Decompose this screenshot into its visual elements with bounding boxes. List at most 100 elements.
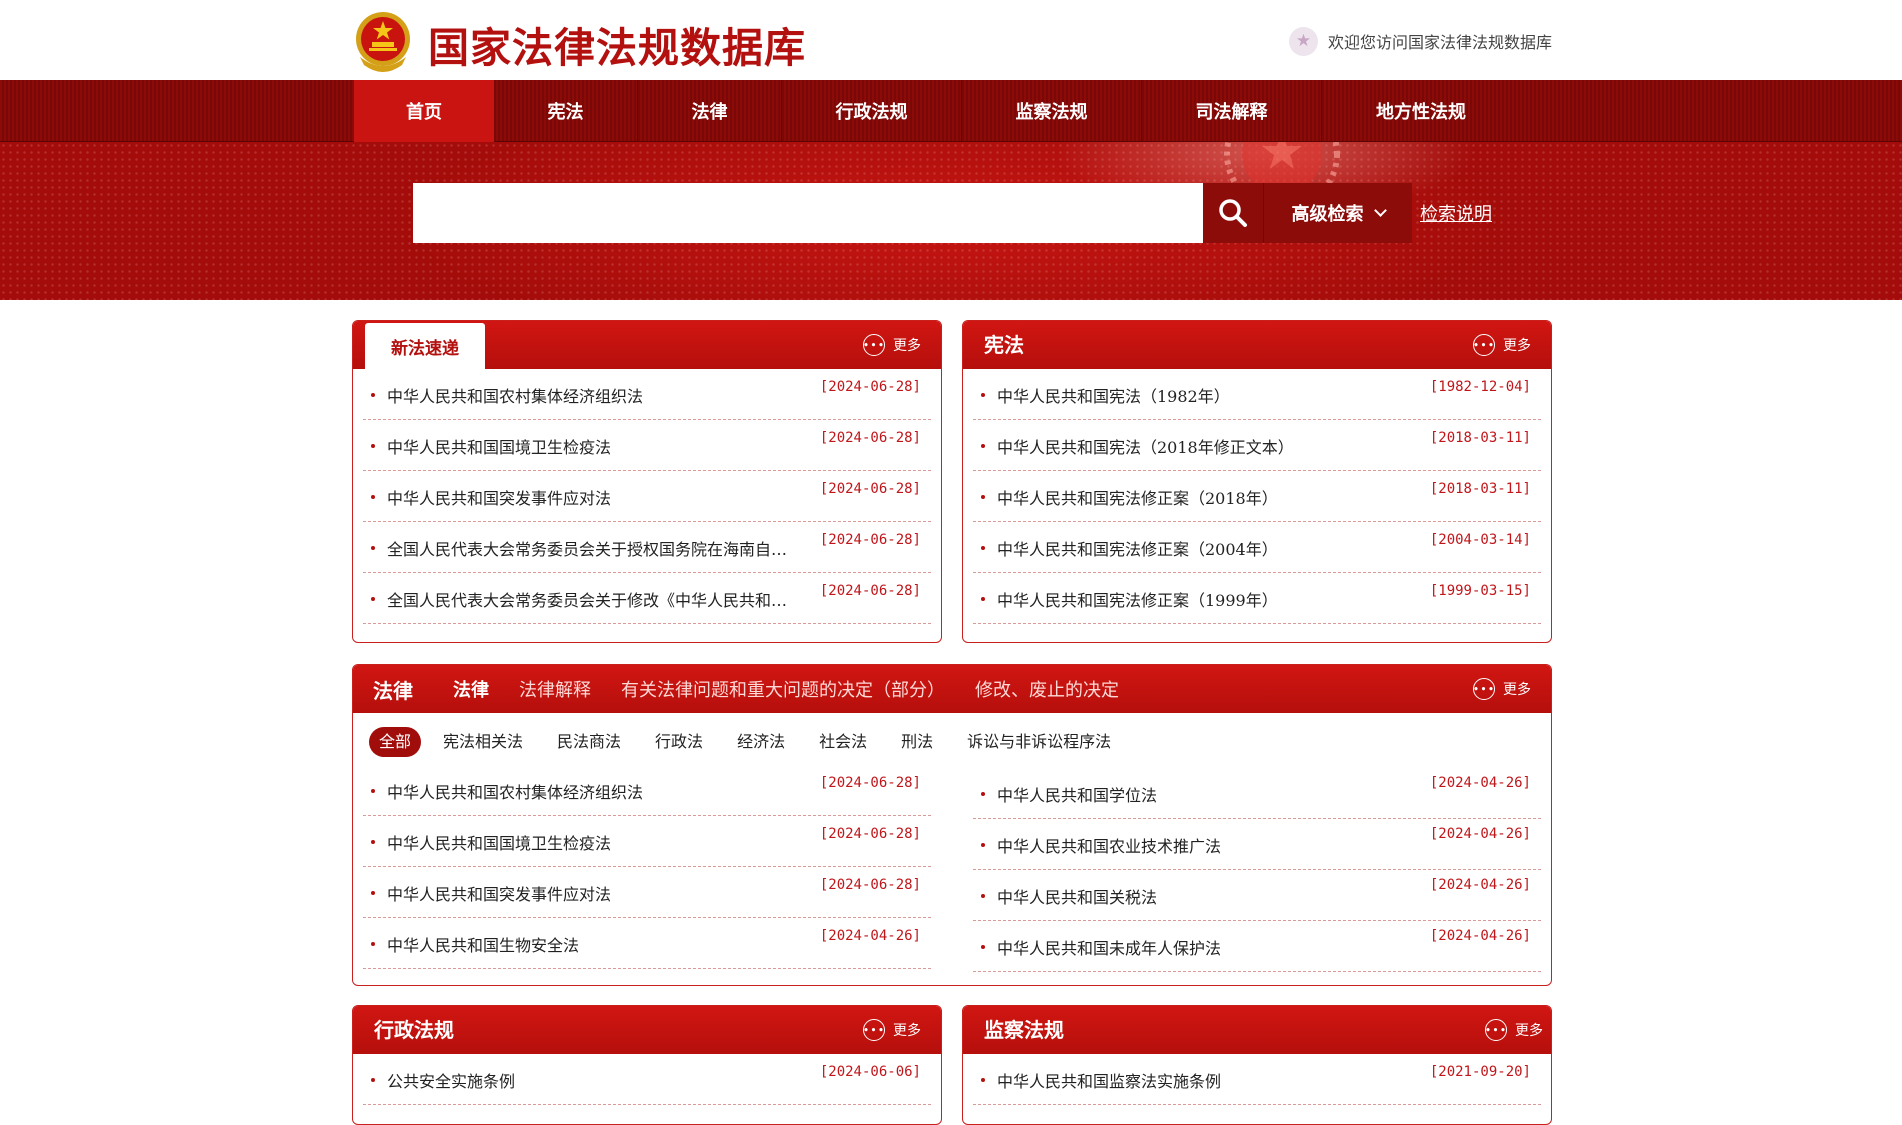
bullet-icon xyxy=(371,891,375,895)
category-procedural[interactable]: 诉讼与非诉讼程序法 xyxy=(967,727,1111,757)
category-social[interactable]: 社会法 xyxy=(819,727,867,757)
list-item[interactable]: 中华人民共和国农村集体经济组织法 [2024-06-28] xyxy=(363,765,931,816)
advanced-search-dropdown[interactable]: 高级检索 xyxy=(1263,183,1412,243)
welcome-message: ★ 欢迎您访问国家法律法规数据库 xyxy=(1289,26,1552,56)
nav-constitution[interactable]: 宪法 xyxy=(494,80,638,142)
nav-supervisory-regulations[interactable]: 监察法规 xyxy=(962,80,1142,142)
item-date: [2024-06-06] xyxy=(819,1064,921,1080)
item-title[interactable]: 中华人民共和国农业技术推广法 xyxy=(997,833,1221,857)
list-item[interactable]: 全国人民代表大会常务委员会关于修改《中华人民共和… [2024-06-28] xyxy=(363,573,931,624)
item-date: [2024-06-28] xyxy=(819,379,921,395)
star-badge-icon: ★ xyxy=(1289,26,1318,56)
law-list-left: 中华人民共和国农村集体经济组织法 [2024-06-28] 中华人民共和国国境卫生… xyxy=(363,765,931,969)
item-date: [2024-06-28] xyxy=(819,826,921,842)
list-item[interactable]: 中华人民共和国突发事件应对法 [2024-06-28] xyxy=(363,867,931,918)
administrative-regulations-panel-header: 行政法规 ••• 更多 xyxy=(353,1006,941,1054)
tab-amend-repeal-decisions[interactable]: 修改、废止的决定 xyxy=(975,676,1119,702)
item-date: [2024-06-28] xyxy=(819,583,921,599)
category-constitutional[interactable]: 宪法相关法 xyxy=(443,727,523,757)
list-item[interactable]: 中华人民共和国宪法修正案（1999年） [1999-03-15] xyxy=(973,573,1541,624)
search-button[interactable] xyxy=(1203,183,1263,243)
list-item[interactable]: 中华人民共和国学位法 [2024-04-26] xyxy=(973,768,1541,819)
list-item[interactable]: 中华人民共和国国境卫生检疫法 [2024-06-28] xyxy=(363,420,931,471)
law-more-button[interactable]: ••• 更多 xyxy=(1473,677,1531,701)
item-title[interactable]: 中华人民共和国宪法（2018年修正文本） xyxy=(997,434,1294,458)
nav-administrative-regulations[interactable]: 行政法规 xyxy=(782,80,962,142)
bullet-icon xyxy=(371,444,375,448)
item-title[interactable]: 中华人民共和国突发事件应对法 xyxy=(387,485,611,509)
item-date: [2024-04-26] xyxy=(1429,775,1531,791)
supervisory-regulations-panel-title[interactable]: 监察法规 xyxy=(984,1006,1064,1054)
category-all[interactable]: 全部 xyxy=(369,727,422,757)
supervisory-regulations-more-button[interactable]: ••• 更多 xyxy=(1485,1018,1543,1042)
national-emblem-icon[interactable] xyxy=(352,9,414,73)
item-title[interactable]: 全国人民代表大会常务委员会关于修改《中华人民共和… xyxy=(387,587,787,611)
list-item[interactable]: 中华人民共和国农业技术推广法 [2024-04-26] xyxy=(973,819,1541,870)
category-economic[interactable]: 经济法 xyxy=(737,727,785,757)
item-title[interactable]: 中华人民共和国宪法修正案（2018年） xyxy=(997,485,1278,509)
list-item[interactable]: 中华人民共和国未成年人保护法 [2024-04-26] xyxy=(973,921,1541,972)
list-item[interactable]: 中华人民共和国国境卫生检疫法 [2024-06-28] xyxy=(363,816,931,867)
tab-law-decisions[interactable]: 有关法律问题和重大问题的决定（部分） xyxy=(621,676,945,702)
item-title[interactable]: 全国人民代表大会常务委员会关于授权国务院在海南自… xyxy=(387,536,787,560)
new-laws-more-button[interactable]: ••• 更多 xyxy=(863,333,921,357)
more-icon: ••• xyxy=(1485,1019,1507,1041)
nav-judicial-interpretations[interactable]: 司法解释 xyxy=(1142,80,1322,142)
new-laws-panel: 新法速递 ••• 更多 中华人民共和国农村集体经济组织法 [2024-06-28]… xyxy=(352,320,942,643)
tab-new-laws[interactable]: 新法速递 xyxy=(365,323,485,369)
new-laws-list: 中华人民共和国农村集体经济组织法 [2024-06-28] 中华人民共和国国境卫生… xyxy=(363,369,931,624)
tab-law-interpretation[interactable]: 法律解释 xyxy=(519,676,591,702)
bullet-icon xyxy=(371,942,375,946)
constitution-more-button[interactable]: ••• 更多 xyxy=(1473,333,1531,357)
item-title[interactable]: 中华人民共和国宪法修正案（2004年） xyxy=(997,536,1278,560)
bullet-icon xyxy=(981,495,985,499)
item-title[interactable]: 中华人民共和国国境卫生检疫法 xyxy=(387,434,611,458)
more-label: 更多 xyxy=(1503,682,1531,698)
law-tabs: 法律 法律 法律解释 有关法律问题和重大问题的决定（部分） 修改、废止的决定 xyxy=(373,665,1149,713)
item-title[interactable]: 中华人民共和国宪法修正案（1999年） xyxy=(997,587,1278,611)
administrative-regulations-more-button[interactable]: ••• 更多 xyxy=(863,1018,921,1042)
search-input[interactable] xyxy=(413,183,1203,243)
nav-local-regulations[interactable]: 地方性法规 xyxy=(1322,80,1520,142)
list-item[interactable]: 中华人民共和国突发事件应对法 [2024-06-28] xyxy=(363,471,931,522)
list-item[interactable]: 中华人民共和国宪法修正案（2018年） [2018-03-11] xyxy=(973,471,1541,522)
item-date: [2024-06-28] xyxy=(819,775,921,791)
item-title[interactable]: 中华人民共和国未成年人保护法 xyxy=(997,935,1221,959)
item-title[interactable]: 中华人民共和国农村集体经济组织法 xyxy=(387,779,643,803)
item-title[interactable]: 中华人民共和国国境卫生检疫法 xyxy=(387,830,611,854)
list-item[interactable]: 中华人民共和国关税法 [2024-04-26] xyxy=(973,870,1541,921)
nav-law[interactable]: 法律 xyxy=(638,80,782,142)
law-panel-header: 法律 法律 法律解释 有关法律问题和重大问题的决定（部分） 修改、废止的决定 •… xyxy=(353,665,1551,713)
item-title[interactable]: 中华人民共和国关税法 xyxy=(997,884,1157,908)
category-criminal[interactable]: 刑法 xyxy=(901,727,933,757)
list-item[interactable]: 中华人民共和国宪法修正案（2004年） [2004-03-14] xyxy=(973,522,1541,573)
item-date: [2024-04-26] xyxy=(819,928,921,944)
bullet-icon xyxy=(371,393,375,397)
list-item[interactable]: 中华人民共和国农村集体经济组织法 [2024-06-28] xyxy=(363,369,931,420)
law-panel-title[interactable]: 法律 xyxy=(373,675,413,704)
item-title[interactable]: 中华人民共和国生物安全法 xyxy=(387,932,579,956)
constitution-list: 中华人民共和国宪法（1982年） [1982-12-04] 中华人民共和国宪法（2… xyxy=(973,369,1541,624)
list-item[interactable]: 中华人民共和国生物安全法 [2024-04-26] xyxy=(363,918,931,969)
chevron-down-icon xyxy=(1373,204,1387,217)
item-title[interactable]: 中华人民共和国宪法（1982年） xyxy=(997,383,1230,407)
list-item[interactable]: 全国人民代表大会常务委员会关于授权国务院在海南自… [2024-06-28] xyxy=(363,522,931,573)
item-title[interactable]: 中华人民共和国监察法实施条例 xyxy=(997,1068,1221,1092)
constitution-panel-title[interactable]: 宪法 xyxy=(984,321,1024,369)
category-administrative[interactable]: 行政法 xyxy=(655,727,703,757)
item-title[interactable]: 中华人民共和国突发事件应对法 xyxy=(387,881,611,905)
site-title[interactable]: 国家法律法规数据库 xyxy=(428,14,806,74)
administrative-regulations-panel-title[interactable]: 行政法规 xyxy=(374,1006,454,1054)
main-nav: 首页 宪法 法律 行政法规 监察法规 司法解释 地方性法规 xyxy=(0,80,1902,142)
bullet-icon xyxy=(981,597,985,601)
tab-law[interactable]: 法律 xyxy=(453,676,489,702)
search-help-link[interactable]: 检索说明 xyxy=(1420,200,1492,226)
item-title[interactable]: 中华人民共和国学位法 xyxy=(997,782,1157,806)
item-title[interactable]: 中华人民共和国农村集体经济组织法 xyxy=(387,383,643,407)
item-date: [2024-06-28] xyxy=(819,877,921,893)
list-item[interactable]: 中华人民共和国宪法（2018年修正文本） [2018-03-11] xyxy=(973,420,1541,471)
category-civil-commercial[interactable]: 民法商法 xyxy=(557,727,621,757)
nav-home[interactable]: 首页 xyxy=(354,80,494,142)
item-title[interactable]: 公共安全实施条例 xyxy=(387,1068,515,1092)
list-item[interactable]: 中华人民共和国宪法（1982年） [1982-12-04] xyxy=(973,369,1541,420)
